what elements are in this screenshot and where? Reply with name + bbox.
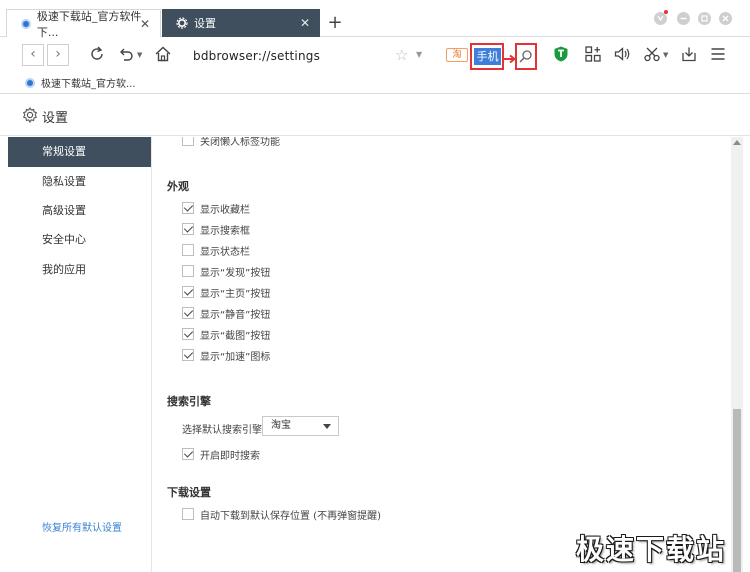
forward-button[interactable]: ›: [47, 44, 69, 66]
home-icon[interactable]: [154, 45, 172, 63]
option-show-status-bar[interactable]: 显示状态栏: [182, 243, 250, 258]
watermark: 极速下载站: [576, 533, 727, 566]
option-label: 显示“发现”按钮: [200, 267, 271, 279]
checkbox[interactable]: [182, 202, 194, 214]
checkbox[interactable]: [182, 223, 194, 235]
apps-grid-icon[interactable]: [584, 45, 602, 63]
tab-settings[interactable]: 设置 ✕: [162, 9, 320, 37]
sidebar-item-general[interactable]: 常规设置: [8, 137, 151, 167]
option-label: 显示搜索框: [200, 225, 250, 237]
back-button[interactable]: ‹: [22, 44, 44, 66]
undo-dropdown-icon[interactable]: ▼: [137, 51, 142, 59]
checkbox[interactable]: [182, 265, 194, 277]
security-shield-icon[interactable]: [552, 45, 570, 63]
sidebar-item-privacy[interactable]: 隐私设置: [8, 167, 151, 197]
tab-close-icon[interactable]: ✕: [298, 16, 312, 30]
section-title-download: 下载设置: [167, 486, 211, 499]
sidebar-item-advanced[interactable]: 高级设置: [8, 196, 151, 226]
page-title: 设置: [42, 111, 69, 126]
tab-close-icon[interactable]: ✕: [138, 17, 152, 31]
bookmark-star-icon[interactable]: ☆: [395, 46, 408, 64]
option-label: 显示“主页”按钮: [200, 288, 271, 300]
gear-icon: [176, 17, 188, 29]
new-tab-button[interactable]: +: [322, 13, 348, 35]
scroll-up-icon[interactable]: [733, 140, 741, 145]
tab-bar: 极速下载站_官方软件下... ✕ 设置 ✕ +: [0, 0, 750, 39]
option-instant-search[interactable]: 开启即时搜索: [182, 447, 260, 462]
checkbox[interactable]: [182, 448, 194, 460]
restore-defaults-link[interactable]: 恢复所有默认设置: [42, 519, 122, 534]
toolbar: ‹ › ▼ bdbrowser://settings ☆ ▼ 淘 ▼: [0, 38, 750, 72]
scrollbar[interactable]: [731, 137, 743, 572]
settings-gear-icon: [22, 107, 38, 123]
checkbox[interactable]: [182, 307, 194, 319]
option-show-bookmarks-bar[interactable]: 显示收藏栏: [182, 201, 250, 216]
sidebar-item-my-apps[interactable]: 我的应用: [8, 255, 151, 285]
refresh-icon[interactable]: [88, 45, 106, 63]
minimize-button[interactable]: [677, 12, 690, 25]
option-show-home-button[interactable]: 显示“主页”按钮: [182, 285, 271, 300]
search-engine-logo-icon[interactable]: 淘: [446, 48, 468, 62]
bookmarks-bar: 极速下载站_官方软...: [0, 72, 750, 94]
option-show-screenshot-button[interactable]: 显示“截图”按钮: [182, 327, 271, 342]
option-label: 关闭懒人标签功能: [200, 137, 280, 148]
notification-dot: [664, 10, 668, 14]
volume-icon[interactable]: [613, 45, 631, 63]
chevron-down-icon: [323, 424, 331, 429]
checkbox[interactable]: [182, 244, 194, 256]
sidebar-item-security[interactable]: 安全中心: [8, 225, 151, 255]
option-label: 开启即时搜索: [200, 450, 260, 462]
option-show-search-box[interactable]: 显示搜索框: [182, 222, 250, 237]
bookmark-dropdown-icon[interactable]: ▼: [416, 50, 422, 59]
section-title-search-engine: 搜索引擎: [167, 395, 211, 408]
option-label: 显示状态栏: [200, 246, 250, 258]
checkbox[interactable]: [182, 508, 194, 520]
maximize-button[interactable]: [698, 12, 711, 25]
screenshot-dropdown-icon[interactable]: ▼: [663, 51, 668, 59]
option-label: 显示“静音”按钮: [200, 309, 271, 321]
option-label: 显示收藏栏: [200, 204, 250, 216]
address-bar[interactable]: bdbrowser://settings: [193, 49, 320, 63]
default-search-engine-label: 选择默认搜索引擎: [182, 425, 262, 436]
checkbox[interactable]: [182, 286, 194, 298]
option-show-discover-button[interactable]: 显示“发现”按钮: [182, 264, 271, 279]
bookmark-label: 极速下载站_官方软...: [41, 79, 136, 90]
magnifier-icon: [519, 50, 532, 63]
settings-sidebar: 常规设置 隐私设置 高级设置 安全中心 我的应用 恢复所有默认设置: [0, 137, 152, 572]
tab-label: 设置: [194, 17, 216, 30]
site-favicon-icon: [21, 18, 31, 29]
checkbox[interactable]: [182, 349, 194, 361]
option-label: 显示“加速”图标: [200, 351, 271, 363]
checkbox[interactable]: [182, 328, 194, 340]
menu-icon[interactable]: [709, 45, 727, 63]
option-label: 自动下载到默认保存位置 (不再弹窗提醒): [200, 510, 381, 522]
search-input[interactable]: 手机: [474, 48, 501, 65]
checkbox[interactable]: [182, 137, 194, 146]
close-window-button[interactable]: [719, 12, 732, 25]
scrollbar-thumb[interactable]: [733, 409, 741, 572]
lazy-tab-option[interactable]: 关闭懒人标签功能: [182, 137, 280, 148]
option-auto-download[interactable]: 自动下载到默认保存位置 (不再弹窗提醒): [182, 507, 381, 522]
bookmark-item[interactable]: 极速下载站_官方软...: [25, 75, 136, 90]
search-button[interactable]: [515, 43, 537, 70]
undo-close-icon[interactable]: [117, 45, 135, 63]
download-icon[interactable]: [680, 45, 698, 63]
option-show-accelerate-icon[interactable]: 显示“加速”图标: [182, 348, 271, 363]
option-show-mute-button[interactable]: 显示“静音”按钮: [182, 306, 271, 321]
select-value: 淘宝: [271, 420, 291, 431]
scissors-screenshot-icon[interactable]: [643, 45, 661, 63]
tab-download-site[interactable]: 极速下载站_官方软件下... ✕: [6, 9, 161, 39]
option-label: 显示“截图”按钮: [200, 330, 271, 342]
section-title-appearance: 外观: [167, 180, 189, 193]
site-favicon-icon: [25, 77, 35, 88]
settings-content: 关闭懒人标签功能 外观 显示收藏栏 显示搜索框 显示状态栏 显示“发现”按钮 显…: [152, 137, 731, 572]
page-header: 设置: [0, 95, 750, 136]
search-engine-select[interactable]: 淘宝: [262, 416, 339, 436]
